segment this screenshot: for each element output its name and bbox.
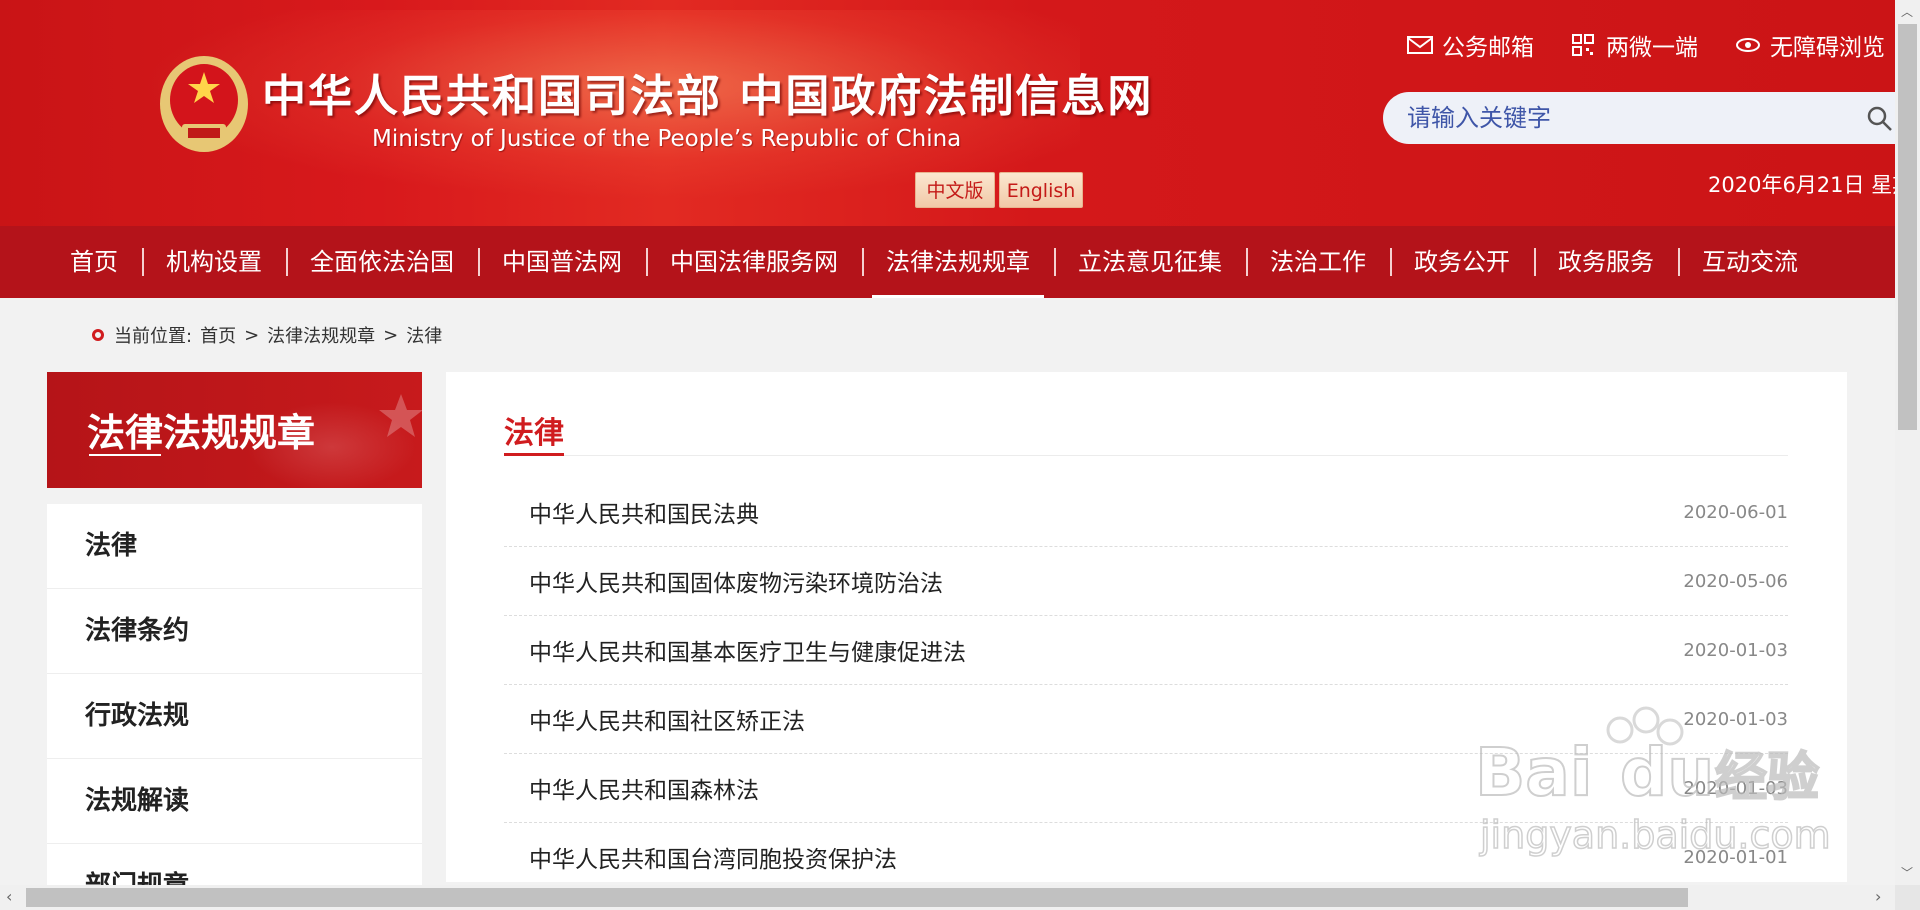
list-item-date: 2020-01-03 — [1683, 708, 1788, 730]
top-links: 公务邮箱 两微一端 无障碍浏览 — [1406, 28, 1885, 62]
eye-icon — [1736, 38, 1760, 52]
content-panel: 法律 中华人民共和国民法典 2020-06-01 中华人民共和国固体废物污染环境… — [446, 372, 1847, 882]
law-list: 中华人民共和国民法典 2020-06-01 中华人民共和国固体废物污染环境防治法… — [504, 478, 1788, 882]
list-item-date: 2020-05-06 — [1683, 570, 1788, 592]
breadcrumb-laws-regulations[interactable]: 法律法规规章 — [267, 322, 375, 348]
nav-item-legislation-opinions[interactable]: 立法意见征集 — [1054, 226, 1246, 298]
search-box — [1383, 92, 1895, 144]
list-item[interactable]: 中华人民共和国社区矫正法 2020-01-03 — [504, 685, 1788, 754]
nav-item-government-services[interactable]: 政务服务 — [1534, 226, 1678, 298]
horizontal-scroll-thumb[interactable] — [26, 888, 1688, 907]
scrollbar-corner — [1895, 885, 1920, 910]
nav-item-laws-regulations[interactable]: 法律法规规章 — [862, 226, 1054, 298]
site-header: 中华人民共和国司法部 中国政府法制信息网 Ministry of Justice… — [0, 0, 1895, 226]
scroll-up-icon[interactable]: ︿ — [1901, 6, 1913, 18]
list-item-date: 2020-01-01 — [1683, 846, 1788, 868]
star-icon — [379, 394, 422, 437]
site-subtitle: Ministry of Justice of the People’s Repu… — [372, 126, 962, 152]
sidebar-title: 法律法规规章 — [87, 411, 316, 455]
vertical-scrollbar[interactable]: ︿ ﹀ — [1895, 0, 1920, 885]
sidebar-item-treaties[interactable]: 法律条约 — [47, 589, 422, 674]
sidebar: 法律法规规章 法律 法律条约 行政法规 法规解读 部门规章 — [47, 372, 422, 910]
scroll-right-icon[interactable]: › — [1875, 889, 1889, 905]
accessibility-link-label: 无障碍浏览 — [1770, 35, 1885, 61]
list-item-title[interactable]: 中华人民共和国基本医疗卫生与健康促进法 — [529, 633, 966, 667]
list-item[interactable]: 中华人民共和国森林法 2020-01-03 — [504, 754, 1788, 823]
list-item-title[interactable]: 中华人民共和国台湾同胞投资保护法 — [529, 840, 897, 874]
social-link-label: 两微一端 — [1606, 35, 1698, 61]
list-item-title[interactable]: 中华人民共和国社区矫正法 — [529, 702, 805, 736]
social-link[interactable]: 两微一端 — [1570, 28, 1698, 62]
mail-icon — [1407, 36, 1433, 54]
sidebar-list: 法律 法律条约 行政法规 法规解读 部门规章 — [47, 504, 422, 910]
breadcrumb-home[interactable]: 首页 — [200, 322, 236, 348]
current-date: 2020年6月21日 星期 — [1708, 173, 1895, 197]
horizontal-scrollbar[interactable]: ‹ › — [0, 885, 1895, 910]
list-item-title[interactable]: 中华人民共和国民法典 — [529, 495, 759, 529]
sidebar-item-administrative-regulations[interactable]: 行政法规 — [47, 674, 422, 759]
nav-item-interaction[interactable]: 互动交流 — [1678, 226, 1822, 298]
sidebar-item-interpretations[interactable]: 法规解读 — [47, 759, 422, 844]
nav-item-home[interactable]: 首页 — [46, 226, 142, 298]
list-item-date: 2020-06-01 — [1683, 501, 1788, 523]
sidebar-item-laws[interactable]: 法律 — [47, 504, 422, 589]
sidebar-header: 法律法规规章 — [47, 372, 422, 488]
nav-item-legal-work[interactable]: 法治工作 — [1246, 226, 1390, 298]
breadcrumb-separator: > — [244, 324, 260, 346]
breadcrumb-separator: > — [383, 324, 399, 346]
list-item[interactable]: 中华人民共和国民法典 2020-06-01 — [504, 478, 1788, 547]
lang-english-button[interactable]: English — [999, 172, 1083, 208]
content-title: 法律 — [504, 408, 564, 456]
lang-chinese-button[interactable]: 中文版 — [915, 172, 995, 208]
nav-item-rule-of-law[interactable]: 全面依法治国 — [286, 226, 478, 298]
list-item-title[interactable]: 中华人民共和国固体废物污染环境防治法 — [529, 564, 943, 598]
nav-item-legal-services[interactable]: 中国法律服务网 — [646, 226, 862, 298]
breadcrumb-current[interactable]: 法律 — [406, 322, 442, 348]
search-icon[interactable] — [1865, 104, 1895, 134]
qr-code-icon — [1572, 34, 1594, 56]
list-item-date: 2020-01-03 — [1683, 777, 1788, 799]
location-dot-icon — [92, 329, 104, 341]
nav-item-government-affairs[interactable]: 政务公开 — [1390, 226, 1534, 298]
breadcrumb-label: 当前位置: — [114, 326, 193, 347]
scroll-left-icon[interactable]: ‹ — [6, 889, 20, 905]
sidebar-title-underline — [89, 454, 161, 456]
list-item-title[interactable]: 中华人民共和国森林法 — [529, 771, 759, 805]
list-item[interactable]: 中华人民共和国固体废物污染环境防治法 2020-05-06 — [504, 547, 1788, 616]
main-nav: 首页 机构设置 全面依法治国 中国普法网 中国法律服务网 法律法规规章 立法意见… — [0, 226, 1895, 298]
nav-item-legal-education[interactable]: 中国普法网 — [478, 226, 646, 298]
search-input[interactable] — [1407, 102, 1827, 134]
national-emblem-icon[interactable] — [158, 54, 250, 154]
list-item[interactable]: 中华人民共和国台湾同胞投资保护法 2020-01-01 — [504, 823, 1788, 882]
content-header: 法律 — [504, 408, 1788, 456]
mail-link-label: 公务邮箱 — [1442, 35, 1534, 61]
vertical-scroll-thumb[interactable] — [1898, 24, 1917, 430]
nav-item-organization[interactable]: 机构设置 — [142, 226, 286, 298]
mail-link[interactable]: 公务邮箱 — [1406, 28, 1534, 62]
list-item[interactable]: 中华人民共和国基本医疗卫生与健康促进法 2020-01-03 — [504, 616, 1788, 685]
breadcrumb: 当前位置: 首页 > 法律法规规章 > 法律 — [92, 322, 450, 348]
scroll-down-icon[interactable]: ﹀ — [1901, 867, 1913, 879]
site-title[interactable]: 中华人民共和国司法部 中国政府法制信息网 — [262, 60, 1153, 124]
accessibility-link[interactable]: 无障碍浏览 — [1734, 28, 1885, 62]
list-item-date: 2020-01-03 — [1683, 639, 1788, 661]
